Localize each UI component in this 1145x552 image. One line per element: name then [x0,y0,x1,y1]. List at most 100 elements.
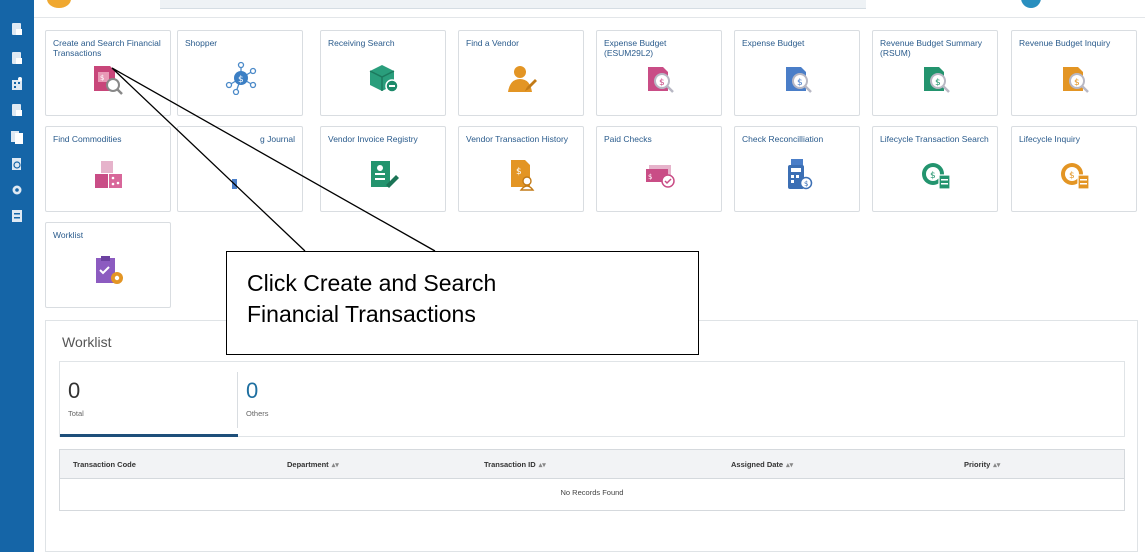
svg-text:$: $ [648,173,652,181]
tile-find-a-vendor[interactable]: Find a Vendor [458,30,584,116]
header-divider [34,17,1145,18]
document-icon[interactable] [11,103,23,117]
worklist-counts: 0 Total 0 Others [59,361,1125,437]
tile-label: Check Reconcilliation [742,134,824,144]
column-label: Transaction Code [73,460,136,469]
tile-label: Paid Checks [604,134,652,144]
total-label: Total [68,409,84,418]
document-icon[interactable] [11,51,23,65]
tile-create-search-financial-transactions[interactable]: Create and Search Financial Transactions… [45,30,171,116]
callout-text: Click Create and Search Financial Transa… [247,268,496,330]
svg-text:$: $ [100,74,104,82]
lifecycle-coin-icon: $ [1058,157,1092,191]
worklist-title: Worklist [62,334,112,350]
tile-vendor-transaction-history[interactable]: Vendor Transaction History $ [458,126,584,212]
column-label: Priority [964,460,991,469]
search-document-icon[interactable] [11,157,23,171]
tile-expense-budget[interactable]: Expense Budget $ [734,30,860,116]
column-assigned-date[interactable]: Assigned Date ▴▾ [731,460,793,469]
sort-icon: ▴▾ [786,462,794,469]
count-others[interactable]: 0 Others [238,362,416,438]
left-sidebar [0,0,34,552]
tile-label: Revenue Budget Inquiry [1019,38,1111,48]
ledger-icon[interactable] [11,77,23,91]
tile-revenue-budget-summary-rsum[interactable]: Revenue Budget Summary (RSUM) $ [872,30,998,116]
svg-text:$: $ [1074,78,1080,88]
budget-search-icon: $ [1058,61,1092,95]
tile-label: Receiving Search [328,38,395,48]
financial-document-search-icon: $ [90,61,124,95]
budget-search-icon: $ [781,61,815,95]
tile-label: Vendor Transaction History [466,134,569,144]
tile-label: Lifecycle Transaction Search [880,134,989,144]
journal-icon [224,157,258,191]
tile-label: Vendor Invoice Registry [328,134,418,144]
calculator-icon: $ [781,157,815,191]
column-transaction-code[interactable]: Transaction Code [73,460,136,469]
callout-line-1: Click Create and Search [247,270,497,296]
callout-line-2: Financial Transactions [247,301,476,327]
worklist-table: Transaction Code Department ▴▾ Transactio… [59,449,1125,511]
check-approved-icon: $ [643,157,677,191]
tile-find-commodities[interactable]: Find Commodities [45,126,171,212]
column-department[interactable]: Department ▴▾ [287,460,339,469]
tile-lifecycle-transaction-search[interactable]: Lifecycle Transaction Search $ [872,126,998,212]
invoice-sign-icon [367,157,401,191]
svg-text:$: $ [797,78,803,88]
vendor-person-icon [505,61,539,95]
instruction-callout: Click Create and Search Financial Transa… [226,251,699,355]
tile-label: Create and Search Financial Transactions [53,38,161,58]
vendor-history-icon: $ [505,157,539,191]
settings-group-icon[interactable] [11,183,23,197]
budget-search-icon: $ [643,61,677,95]
tile-check-reconcilliation[interactable]: Check Reconcilliation $ [734,126,860,212]
others-count: 0 [246,378,259,403]
svg-text:$: $ [804,180,808,188]
others-label: Others [246,409,269,418]
documents-icon[interactable] [11,130,23,144]
svg-text:$: $ [935,78,941,88]
network-dollar-icon: $ [224,61,258,95]
total-count: 0 [68,378,81,403]
form-icon[interactable] [11,209,23,223]
tile-label: Expense Budget [742,38,805,48]
column-label: Department [287,460,329,469]
commodity-boxes-icon [92,157,126,191]
lifecycle-coin-icon: $ [919,157,953,191]
tile-label: g Journal [260,134,295,144]
tile-label: Shopper [185,38,218,48]
tile-label: Expense Budget (ESUM29L2) [604,38,667,58]
column-transaction-id[interactable]: Transaction ID ▴▾ [484,460,546,469]
count-total[interactable]: 0 Total [60,362,238,438]
tile-label: Lifecycle Inquiry [1019,134,1080,144]
table-header: Transaction Code Department ▴▾ Transactio… [60,450,1124,479]
document-icon[interactable] [11,22,23,36]
active-tab-underline [60,434,238,437]
svg-text:$: $ [238,75,244,85]
tile-paid-checks[interactable]: Paid Checks $ [596,126,722,212]
global-search-input[interactable] [160,0,866,9]
tile-receiving-search[interactable]: Receiving Search [320,30,446,116]
package-search-icon [367,61,401,95]
tile-label: Worklist [53,230,84,240]
sort-icon: ▴▾ [993,462,1001,469]
column-priority[interactable]: Priority ▴▾ [964,460,1000,469]
tile-label: Find Commodities [53,134,122,144]
tile-expense-budget-esum29l2[interactable]: Expense Budget (ESUM29L2) $ [596,30,722,116]
tile-journal[interactable]: g Journal [177,126,303,212]
svg-text:$: $ [930,171,936,181]
tile-label: Revenue Budget Summary (RSUM) [880,38,983,58]
empty-message: No Records Found [560,488,624,497]
sort-icon: ▴▾ [331,462,339,469]
budget-search-icon: $ [919,61,953,95]
tile-worklist[interactable]: Worklist [45,222,171,308]
tile-shopper[interactable]: Shopper $ [177,30,303,116]
svg-text:$: $ [516,167,522,177]
tile-lifecycle-inquiry[interactable]: Lifecycle Inquiry $ [1011,126,1137,212]
sort-icon: ▴▾ [538,462,546,469]
tile-revenue-budget-inquiry[interactable]: Revenue Budget Inquiry $ [1011,30,1137,116]
column-label: Transaction ID [484,460,536,469]
tile-label: Find a Vendor [466,38,519,48]
tile-vendor-invoice-registry[interactable]: Vendor Invoice Registry [320,126,446,212]
svg-text:$: $ [659,78,665,88]
